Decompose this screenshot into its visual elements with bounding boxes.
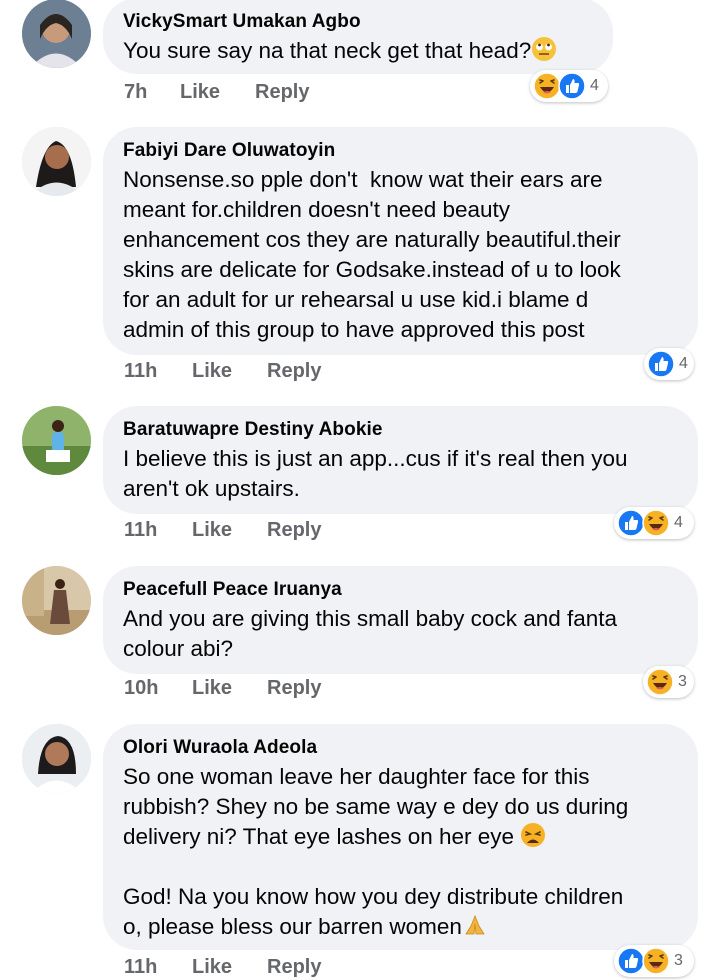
- comment-text-content: You sure say na that neck get that head?: [123, 38, 532, 63]
- rolling-eyes-emoji: [531, 36, 557, 62]
- avatar[interactable]: [22, 406, 91, 475]
- reaction-count: 3: [678, 673, 687, 690]
- timestamp[interactable]: 7h: [124, 81, 180, 104]
- reply-button[interactable]: Reply: [255, 81, 335, 104]
- avatar[interactable]: [22, 127, 91, 196]
- comment-actions: 10h Like Reply: [124, 677, 347, 700]
- reply-button[interactable]: Reply: [267, 360, 347, 383]
- haha-reaction-icon: [646, 668, 674, 696]
- like-reaction-icon: [647, 350, 675, 378]
- like-reaction-icon: [617, 509, 645, 537]
- comment-bubble: Baratuwapre Destiny Abokie I believe thi…: [103, 406, 698, 514]
- author-name[interactable]: VickySmart Umakan Agbo: [123, 10, 593, 34]
- comment-actions: 11h Like Reply: [124, 519, 347, 542]
- haha-reaction-icon: [533, 72, 561, 100]
- tired-face-emoji: [520, 822, 546, 848]
- comment-bubble: Olori Wuraola Adeola So one woman leave …: [103, 724, 698, 950]
- reaction-count: 4: [590, 77, 599, 94]
- reaction-count: 4: [674, 514, 683, 531]
- reactions-summary[interactable]: 3: [643, 666, 694, 698]
- timestamp[interactable]: 11h: [124, 956, 192, 979]
- comment-text: I believe this is just an app...cus if i…: [123, 446, 628, 501]
- like-button[interactable]: Like: [192, 956, 267, 979]
- timestamp[interactable]: 11h: [124, 519, 192, 542]
- comment-text: And you are giving this small baby cock …: [123, 606, 618, 661]
- like-reaction-icon: [617, 947, 645, 975]
- avatar[interactable]: [22, 724, 91, 793]
- like-button[interactable]: Like: [192, 677, 267, 700]
- reactions-summary[interactable]: 4: [530, 70, 608, 102]
- avatar[interactable]: [22, 566, 91, 635]
- comment-text: Nonsense.so pple don't know wat their ea…: [123, 167, 621, 342]
- like-button[interactable]: Like: [192, 519, 267, 542]
- reply-button[interactable]: Reply: [267, 677, 347, 700]
- like-reaction-icon: [558, 72, 586, 100]
- reactions-summary[interactable]: 4: [614, 507, 694, 539]
- comment-text-part1: So one woman leave her daughter face for…: [123, 764, 629, 849]
- reaction-count: 3: [674, 952, 683, 969]
- timestamp[interactable]: 10h: [124, 677, 192, 700]
- comment-actions: 11h Like Reply: [124, 360, 347, 383]
- author-name[interactable]: Olori Wuraola Adeola: [123, 736, 678, 760]
- comment-bubble: VickySmart Umakan Agbo You sure say na t…: [103, 0, 613, 74]
- like-button[interactable]: Like: [192, 360, 267, 383]
- folded-hands-emoji: [462, 912, 488, 938]
- author-name[interactable]: Fabiyi Dare Oluwatoyin: [123, 139, 678, 163]
- timestamp[interactable]: 11h: [124, 360, 192, 383]
- comment-text: So one woman leave her daughter face for…: [123, 762, 678, 942]
- reactions-summary[interactable]: 3: [614, 945, 694, 977]
- reply-button[interactable]: Reply: [267, 519, 347, 542]
- comment-bubble: Peacefull Peace Iruanya And you are givi…: [103, 566, 698, 674]
- comment-text-part2: God! Na you know how you dey distribute …: [123, 884, 624, 939]
- haha-reaction-icon: [642, 509, 670, 537]
- reactions-summary[interactable]: 4: [644, 348, 694, 380]
- reaction-count: 4: [679, 355, 688, 372]
- comment-actions: 7h Like Reply: [124, 81, 335, 104]
- haha-reaction-icon: [642, 947, 670, 975]
- avatar[interactable]: [22, 0, 91, 68]
- like-button[interactable]: Like: [180, 81, 255, 104]
- comment-bubble: Fabiyi Dare Oluwatoyin Nonsense.so pple …: [103, 127, 698, 355]
- author-name[interactable]: Peacefull Peace Iruanya: [123, 578, 678, 602]
- comment-text: You sure say na that neck get that head?: [123, 36, 593, 66]
- author-name[interactable]: Baratuwapre Destiny Abokie: [123, 418, 678, 442]
- comment-actions: 11h Like Reply: [124, 956, 347, 979]
- reply-button[interactable]: Reply: [267, 956, 347, 979]
